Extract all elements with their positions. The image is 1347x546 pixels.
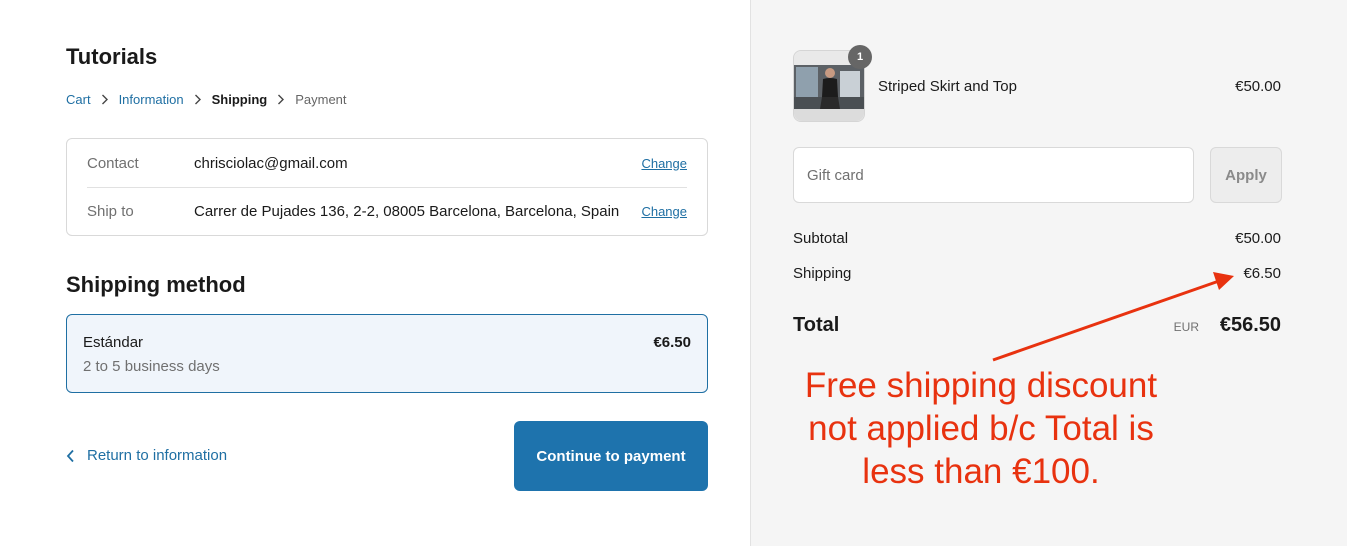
breadcrumb: Cart Information Shipping Payment	[66, 92, 347, 107]
breadcrumb-shipping: Shipping	[211, 92, 268, 107]
continue-to-payment-button[interactable]: Continue to payment	[514, 421, 708, 491]
shipping-option-name: Estándar	[83, 334, 144, 351]
order-summary: 1 Striped Skirt and Top €50.00 Apply Sub…	[750, 0, 1347, 546]
breadcrumb-payment: Payment	[295, 92, 347, 107]
contact-value: chrisciolac@gmail.com	[194, 154, 348, 172]
chevron-right-icon	[194, 94, 202, 105]
annotation-note: Free shipping discount not applied b/c T…	[751, 364, 1211, 493]
return-to-information-link[interactable]: Return to information	[66, 447, 227, 464]
chevron-right-icon	[277, 94, 285, 105]
store-title[interactable]: Tutorials	[66, 44, 157, 70]
checkout-main: Tutorials Cart Information Shipping Paym…	[0, 0, 750, 546]
review-box: Contact chrisciolac@gmail.com Change Shi…	[66, 138, 708, 236]
return-to-information-label: Return to information	[87, 447, 228, 464]
contact-label: Contact	[87, 154, 139, 172]
change-ship-to-link[interactable]: Change	[641, 204, 687, 219]
change-contact-link[interactable]: Change	[641, 156, 687, 171]
shipping-option-days: 2 to 5 business days	[83, 358, 220, 375]
annotation-line: not applied b/c Total is	[808, 409, 1154, 448]
ship-to-row: Ship to Carrer de Pujades 136, 2-2, 0800…	[87, 187, 687, 235]
shipping-option-price: €6.50	[653, 334, 691, 351]
annotation-line: less than €100.	[862, 452, 1100, 491]
breadcrumb-cart[interactable]: Cart	[66, 92, 91, 107]
annotation-line: Free shipping discount	[804, 366, 1158, 405]
shipping-method-heading: Shipping method	[66, 272, 246, 297]
contact-row: Contact chrisciolac@gmail.com Change	[87, 139, 687, 188]
ship-to-label: Ship to	[87, 202, 134, 220]
ship-to-value: Carrer de Pujades 136, 2-2, 08005 Barcel…	[194, 202, 620, 220]
breadcrumb-information[interactable]: Information	[119, 92, 184, 107]
chevron-right-icon	[101, 94, 109, 105]
chevron-left-icon	[66, 449, 75, 463]
shipping-option-standard[interactable]: Estándar 2 to 5 business days €6.50	[66, 314, 708, 393]
